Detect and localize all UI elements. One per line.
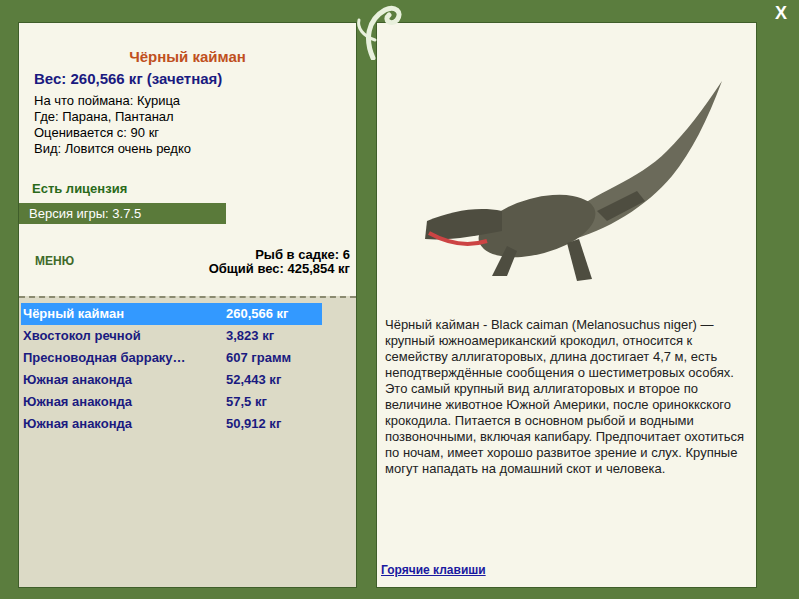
version-bar: Версия игры: 3.7.5 xyxy=(19,203,226,224)
license-status: Есть лицензия xyxy=(19,181,356,197)
hotkeys-link[interactable]: Горячие клавиши xyxy=(377,561,756,587)
fish-description: Чёрный кайман - Black caiman (Melanosuch… xyxy=(377,317,756,477)
catch-detail: Где: Парана, Пантанал xyxy=(34,109,356,125)
fish-row[interactable]: Чёрный кайман260,566 кг xyxy=(21,303,322,325)
catch-panel: Чёрный кайманВес: 260,566 кг (зачетная) Н… xyxy=(18,22,357,588)
fish-row[interactable]: Южная анаконда57,5 кг xyxy=(21,391,322,413)
fish-row[interactable]: Хвостокол речной3,823 кг xyxy=(21,325,322,347)
fish-row[interactable]: Южная анаконда50,912 кг xyxy=(21,413,322,435)
keepnet-count: Рыб в садке: 6 xyxy=(255,248,350,262)
fish-list: Чёрный кайман260,566 кгХвостокол речной3… xyxy=(19,296,356,587)
catch-info: Чёрный кайманВес: 260,566 кг (зачетная) Н… xyxy=(19,23,356,296)
fish-row[interactable]: Южная анаконда52,443 кг xyxy=(21,369,322,391)
catch-weight: Вес: 260,566 кг (зачетная) xyxy=(19,69,356,89)
menu-button[interactable]: МЕНЮ xyxy=(35,252,74,270)
logo-icon xyxy=(345,0,405,60)
caiman-image xyxy=(407,71,727,291)
description-panel: Чёрный кайман - Black caiman (Melanosuch… xyxy=(376,22,757,588)
catch-detail: Вид: Ловится очень редко xyxy=(34,141,356,157)
catch-detail: На что поймана: Курица xyxy=(34,93,356,109)
catch-detail: Оценивается с: 90 кг xyxy=(34,125,356,141)
close-button[interactable]: X xyxy=(771,4,791,22)
keepnet-total: Общий вес: 425,854 кг xyxy=(209,262,350,276)
catch-window: X Чёрный кайманВес: 260,566 кг (зачетная)… xyxy=(0,0,799,599)
catch-title: Чёрный кайман xyxy=(19,47,356,67)
fish-row[interactable]: Пресноводная барраку…607 грамм xyxy=(21,347,322,369)
